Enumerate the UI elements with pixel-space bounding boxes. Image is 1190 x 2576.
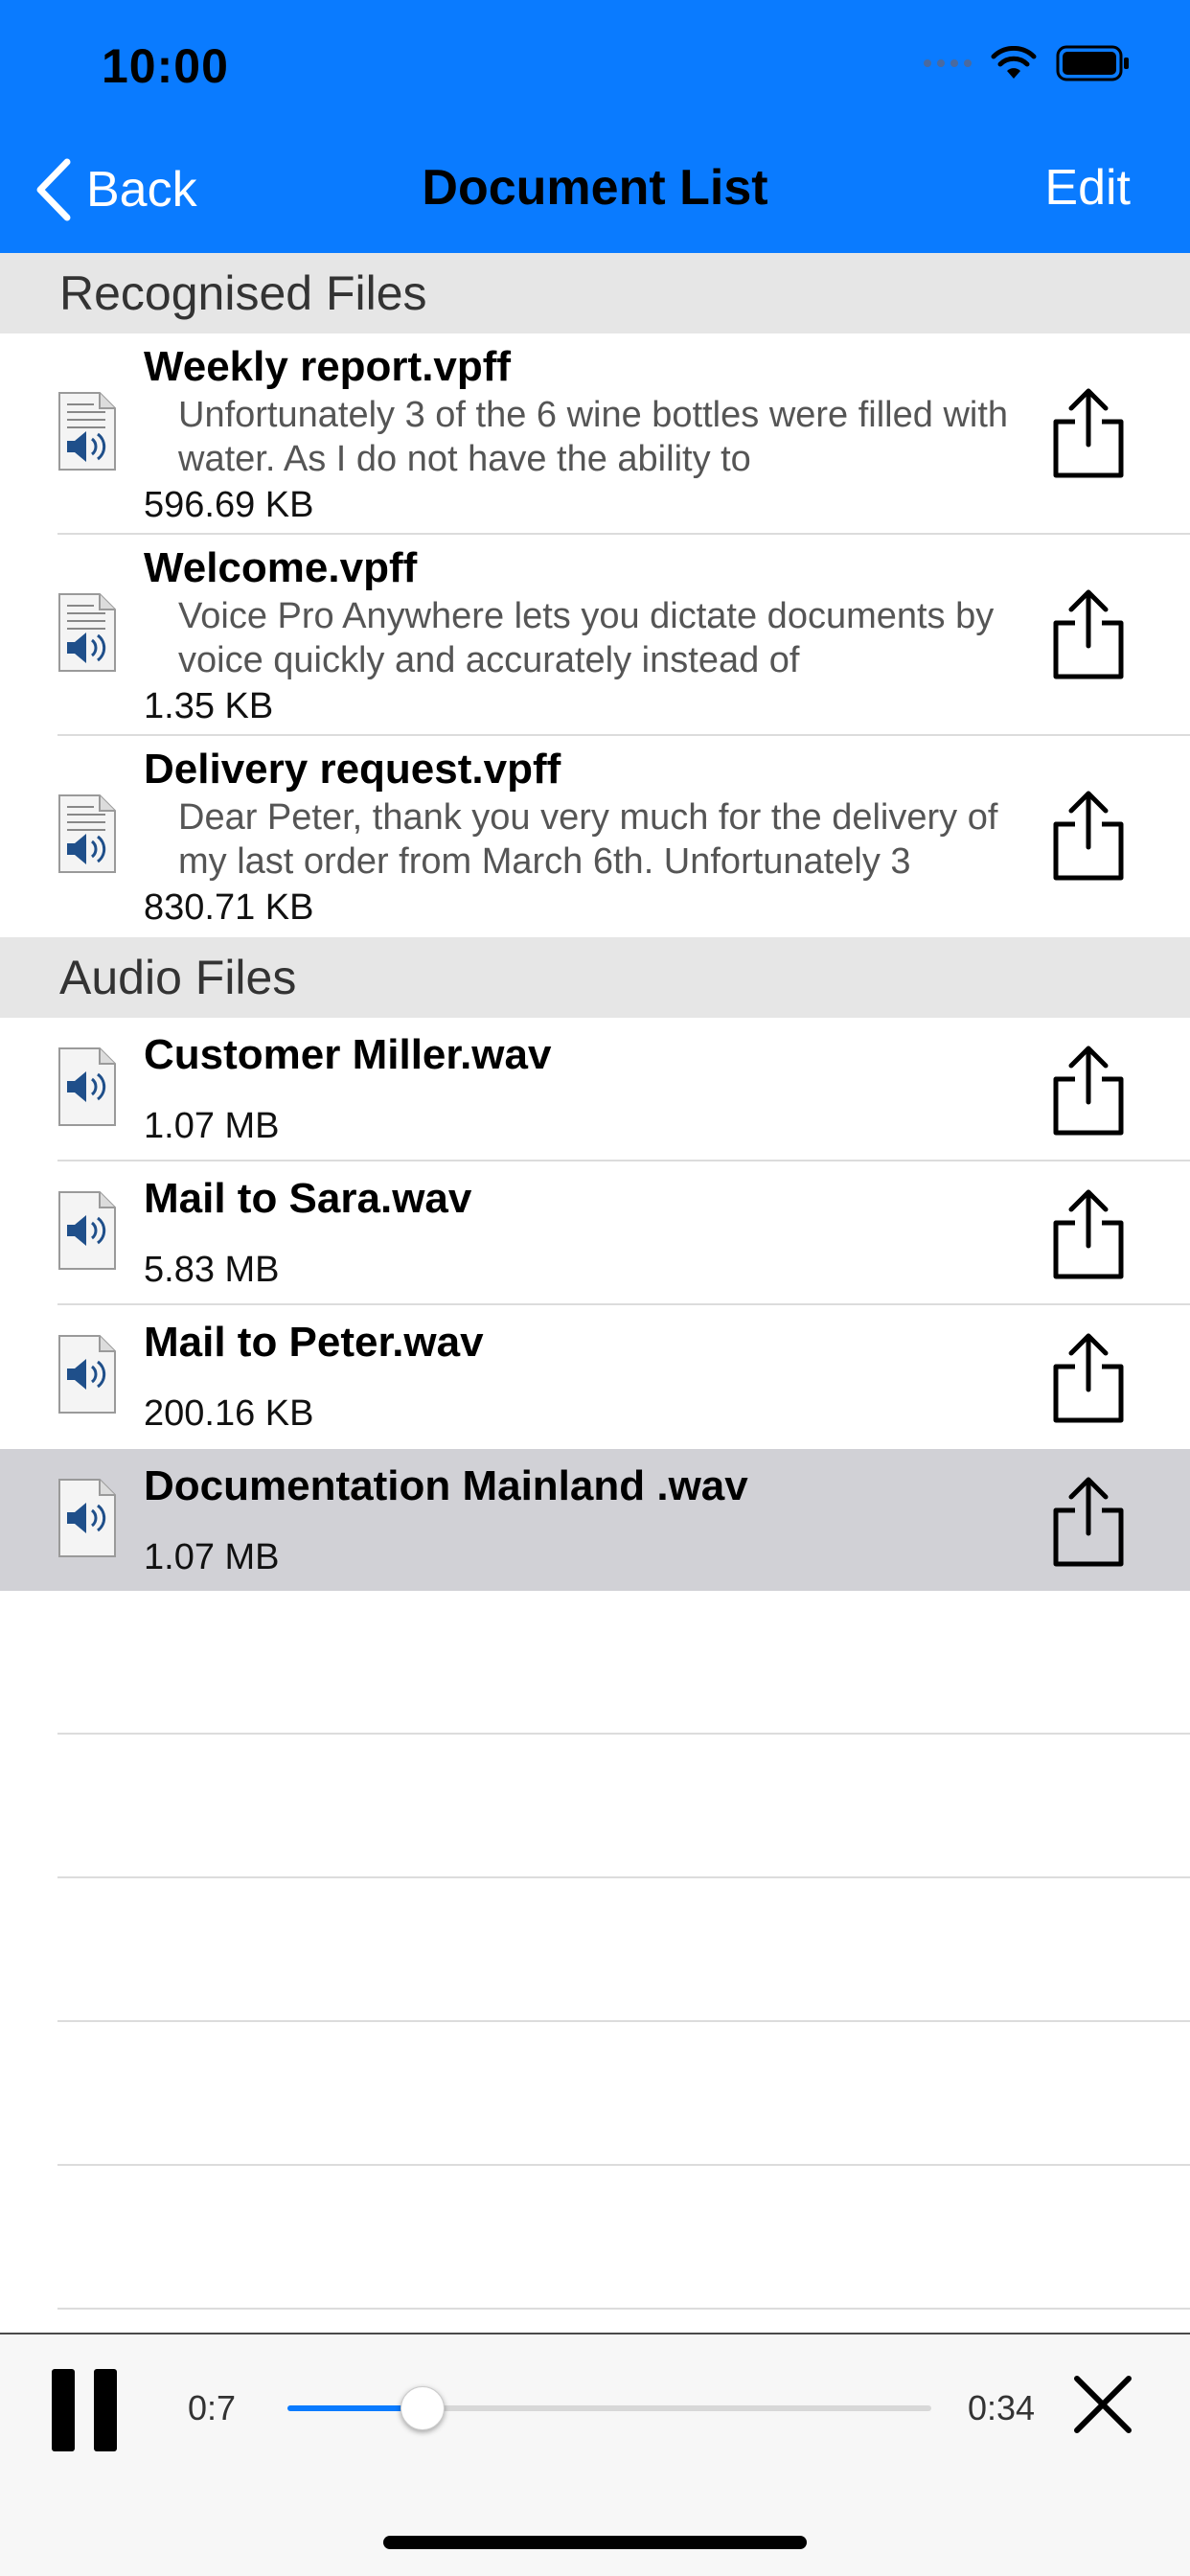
status-time: 10:00 (102, 39, 229, 93)
share-icon[interactable] (1046, 1043, 1131, 1138)
file-title: Customer Miller.wav (144, 1031, 552, 1078)
file-title: Mail to Peter.wav (144, 1319, 484, 1366)
status-indicators (924, 42, 1131, 84)
document-audio-file-icon (58, 593, 116, 672)
edit-button[interactable]: Edit (1044, 159, 1131, 217)
audio-file-icon (58, 1191, 116, 1270)
file-title: Mail to Sara.wav (144, 1175, 472, 1222)
section-header-audio-files: Audio Files (0, 937, 1190, 1018)
page-title: Document List (422, 160, 768, 216)
file-size: 5.83 MB (144, 1250, 280, 1290)
share-icon[interactable] (1046, 586, 1131, 682)
file-description: Voice Pro Anywhere lets you dictate docu… (178, 596, 995, 680)
total-time: 0:34 (968, 2388, 1036, 2427)
audio-file-icon (58, 1335, 116, 1414)
top-bar: 10:00 Back Document List Edit (0, 0, 1190, 253)
share-icon[interactable] (1046, 1330, 1131, 1426)
pause-button[interactable] (52, 2369, 119, 2451)
file-size: 1.07 MB (144, 1537, 280, 1577)
share-icon[interactable] (1046, 788, 1131, 884)
home-indicator (383, 2536, 807, 2549)
document-audio-file-icon (58, 392, 116, 471)
file-size: 596.69 KB (144, 485, 314, 525)
slider-thumb[interactable] (400, 2386, 446, 2430)
share-icon[interactable] (1046, 1474, 1131, 1570)
list-item[interactable]: Mail to Peter.wav 200.16 KB (0, 1305, 1190, 1449)
list-item[interactable]: Weekly report.vpff Unfortunately 3 of th… (0, 334, 1190, 535)
wifi-icon (991, 46, 1037, 79)
file-title: Weekly report.vpff (144, 343, 512, 390)
file-description: Dear Peter, thank you very much for the … (178, 797, 998, 882)
list-item[interactable]: Welcome.vpff Voice Pro Anywhere lets you… (0, 535, 1190, 736)
list-item[interactable]: Delivery request.vpff Dear Peter, thank … (0, 736, 1190, 937)
row-separator (57, 2308, 1190, 2310)
list-item-selected[interactable]: Documentation Mainland .wav 1.07 MB (0, 1449, 1190, 1591)
file-description: Unfortunately 3 of the 6 wine bottles we… (178, 395, 1009, 479)
close-icon[interactable] (1071, 2373, 1134, 2436)
file-size: 1.07 MB (144, 1106, 280, 1146)
section-header-recognised-files: Recognised Files (0, 253, 1190, 334)
cellular-signal-icon (924, 59, 972, 67)
list-item[interactable]: Customer Miller.wav 1.07 MB (0, 1018, 1190, 1162)
document-list-screen: 10:00 Back Document List Edit Recognised… (0, 0, 1190, 2576)
file-title: Documentation Mainland .wav (144, 1462, 748, 1509)
share-icon[interactable] (1046, 385, 1131, 481)
row-separator (57, 1876, 1190, 1878)
playback-slider[interactable] (287, 2377, 931, 2438)
audio-file-icon (58, 1047, 116, 1126)
file-size: 830.71 KB (144, 887, 314, 928)
share-icon[interactable] (1046, 1186, 1131, 1282)
file-title: Welcome.vpff (144, 544, 418, 591)
file-size: 200.16 KB (144, 1393, 314, 1434)
battery-icon (1056, 45, 1129, 81)
document-audio-file-icon (58, 794, 116, 873)
row-separator (57, 2164, 1190, 2166)
audio-file-icon (58, 1479, 116, 1557)
current-time: 0:7 (188, 2388, 237, 2427)
row-separator (57, 1733, 1190, 1735)
list-item[interactable]: Mail to Sara.wav 5.83 MB (0, 1162, 1190, 1305)
row-separator (57, 2020, 1190, 2022)
file-size: 1.35 KB (144, 686, 274, 726)
file-title: Delivery request.vpff (144, 746, 561, 793)
